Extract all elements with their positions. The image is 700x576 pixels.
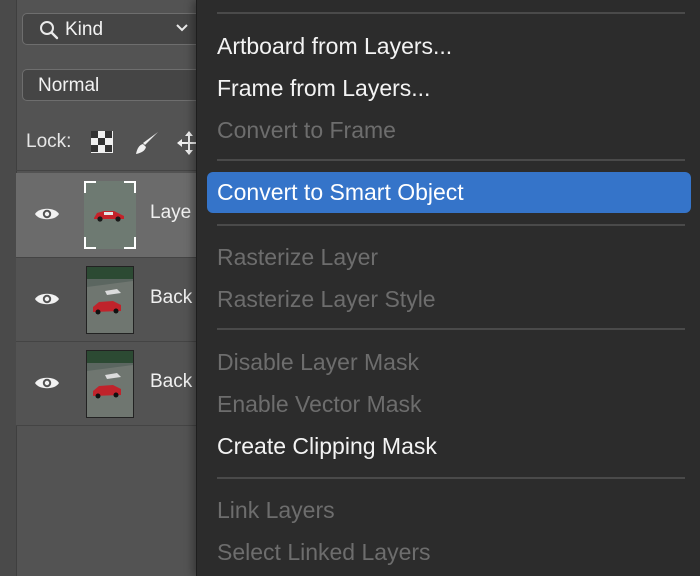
- menu-item-label: Convert to Smart Object: [217, 179, 464, 205]
- lock-transparent-pixels-icon[interactable]: [90, 130, 114, 154]
- layer-row-layer-1[interactable]: Laye: [16, 173, 200, 257]
- layer-name: Back: [150, 287, 193, 308]
- menu-item-disable-layer-mask: Disable Layer Mask: [217, 343, 681, 381]
- menu-item-link-layers: Link Layers: [217, 491, 681, 529]
- layer-name: Back: [150, 371, 193, 392]
- eye-visibility-icon[interactable]: [34, 205, 60, 223]
- blend-mode-label: Normal: [38, 75, 100, 96]
- eye-visibility-icon[interactable]: [34, 374, 60, 392]
- lock-label: Lock:: [26, 131, 72, 152]
- search-icon: [40, 21, 59, 40]
- menu-separator: [217, 328, 685, 330]
- layers-panel: Kind Normal Lock: Laye Back Back: [0, 0, 200, 576]
- menu-item-convert-to-smart-object[interactable]: Convert to Smart Object: [207, 172, 691, 213]
- menu-item-label: Link Layers: [217, 497, 335, 523]
- menu-item-create-clipping-mask[interactable]: Create Clipping Mask: [217, 427, 681, 465]
- menu-item-label: Select Linked Layers: [217, 539, 431, 565]
- menu-item-frame-from-layers[interactable]: Frame from Layers...: [217, 69, 681, 107]
- menu-item-label: Frame from Layers...: [217, 75, 431, 101]
- layer-thumbnail: [86, 350, 134, 418]
- layer-filter-dropdown[interactable]: Kind: [22, 13, 200, 45]
- panel-divider: [16, 425, 200, 426]
- layer-row-background[interactable]: Back: [16, 342, 200, 426]
- menu-item-convert-to-frame: Convert to Frame: [217, 111, 681, 149]
- menu-separator: [217, 477, 685, 479]
- panel-edge: [0, 0, 17, 576]
- menu-item-label: Rasterize Layer Style: [217, 286, 436, 312]
- filter-label: Kind: [65, 19, 104, 40]
- menu-separator: [217, 12, 685, 14]
- red-car-image-icon: [94, 211, 124, 222]
- menu-item-label: Convert to Frame: [217, 117, 396, 143]
- menu-item-select-linked-layers: Select Linked Layers: [217, 533, 681, 571]
- layer-context-menu: Artboard from Layers... Frame from Layer…: [196, 0, 700, 576]
- menu-item-rasterize-layer-style: Rasterize Layer Style: [217, 280, 681, 318]
- menu-item-label: Artboard from Layers...: [217, 33, 453, 59]
- layer-name: Laye: [150, 202, 192, 223]
- blend-mode-dropdown[interactable]: Normal: [22, 69, 200, 101]
- race-photo-image-icon: [87, 267, 133, 333]
- race-photo-image-icon: [87, 351, 133, 417]
- menu-item-label: Disable Layer Mask: [217, 349, 419, 375]
- menu-item-label: Enable Vector Mask: [217, 391, 422, 417]
- menu-separator: [217, 159, 685, 161]
- menu-separator: [217, 224, 685, 226]
- eye-visibility-icon[interactable]: [34, 290, 60, 308]
- menu-item-label: Rasterize Layer: [217, 244, 379, 270]
- lock-image-pixels-brush-icon[interactable]: [134, 130, 160, 156]
- menu-item-artboard-from-layers[interactable]: Artboard from Layers...: [217, 27, 681, 65]
- panel-divider: [16, 170, 200, 171]
- layer-thumbnail: [86, 266, 134, 334]
- menu-item-rasterize-layer: Rasterize Layer: [217, 238, 681, 276]
- menu-item-label: Create Clipping Mask: [217, 433, 437, 459]
- menu-item-enable-vector-mask: Enable Vector Mask: [217, 385, 681, 423]
- layer-thumbnail: [84, 181, 136, 249]
- layer-row-background-copy[interactable]: Back: [16, 258, 200, 342]
- chevron-down-icon: [176, 24, 188, 32]
